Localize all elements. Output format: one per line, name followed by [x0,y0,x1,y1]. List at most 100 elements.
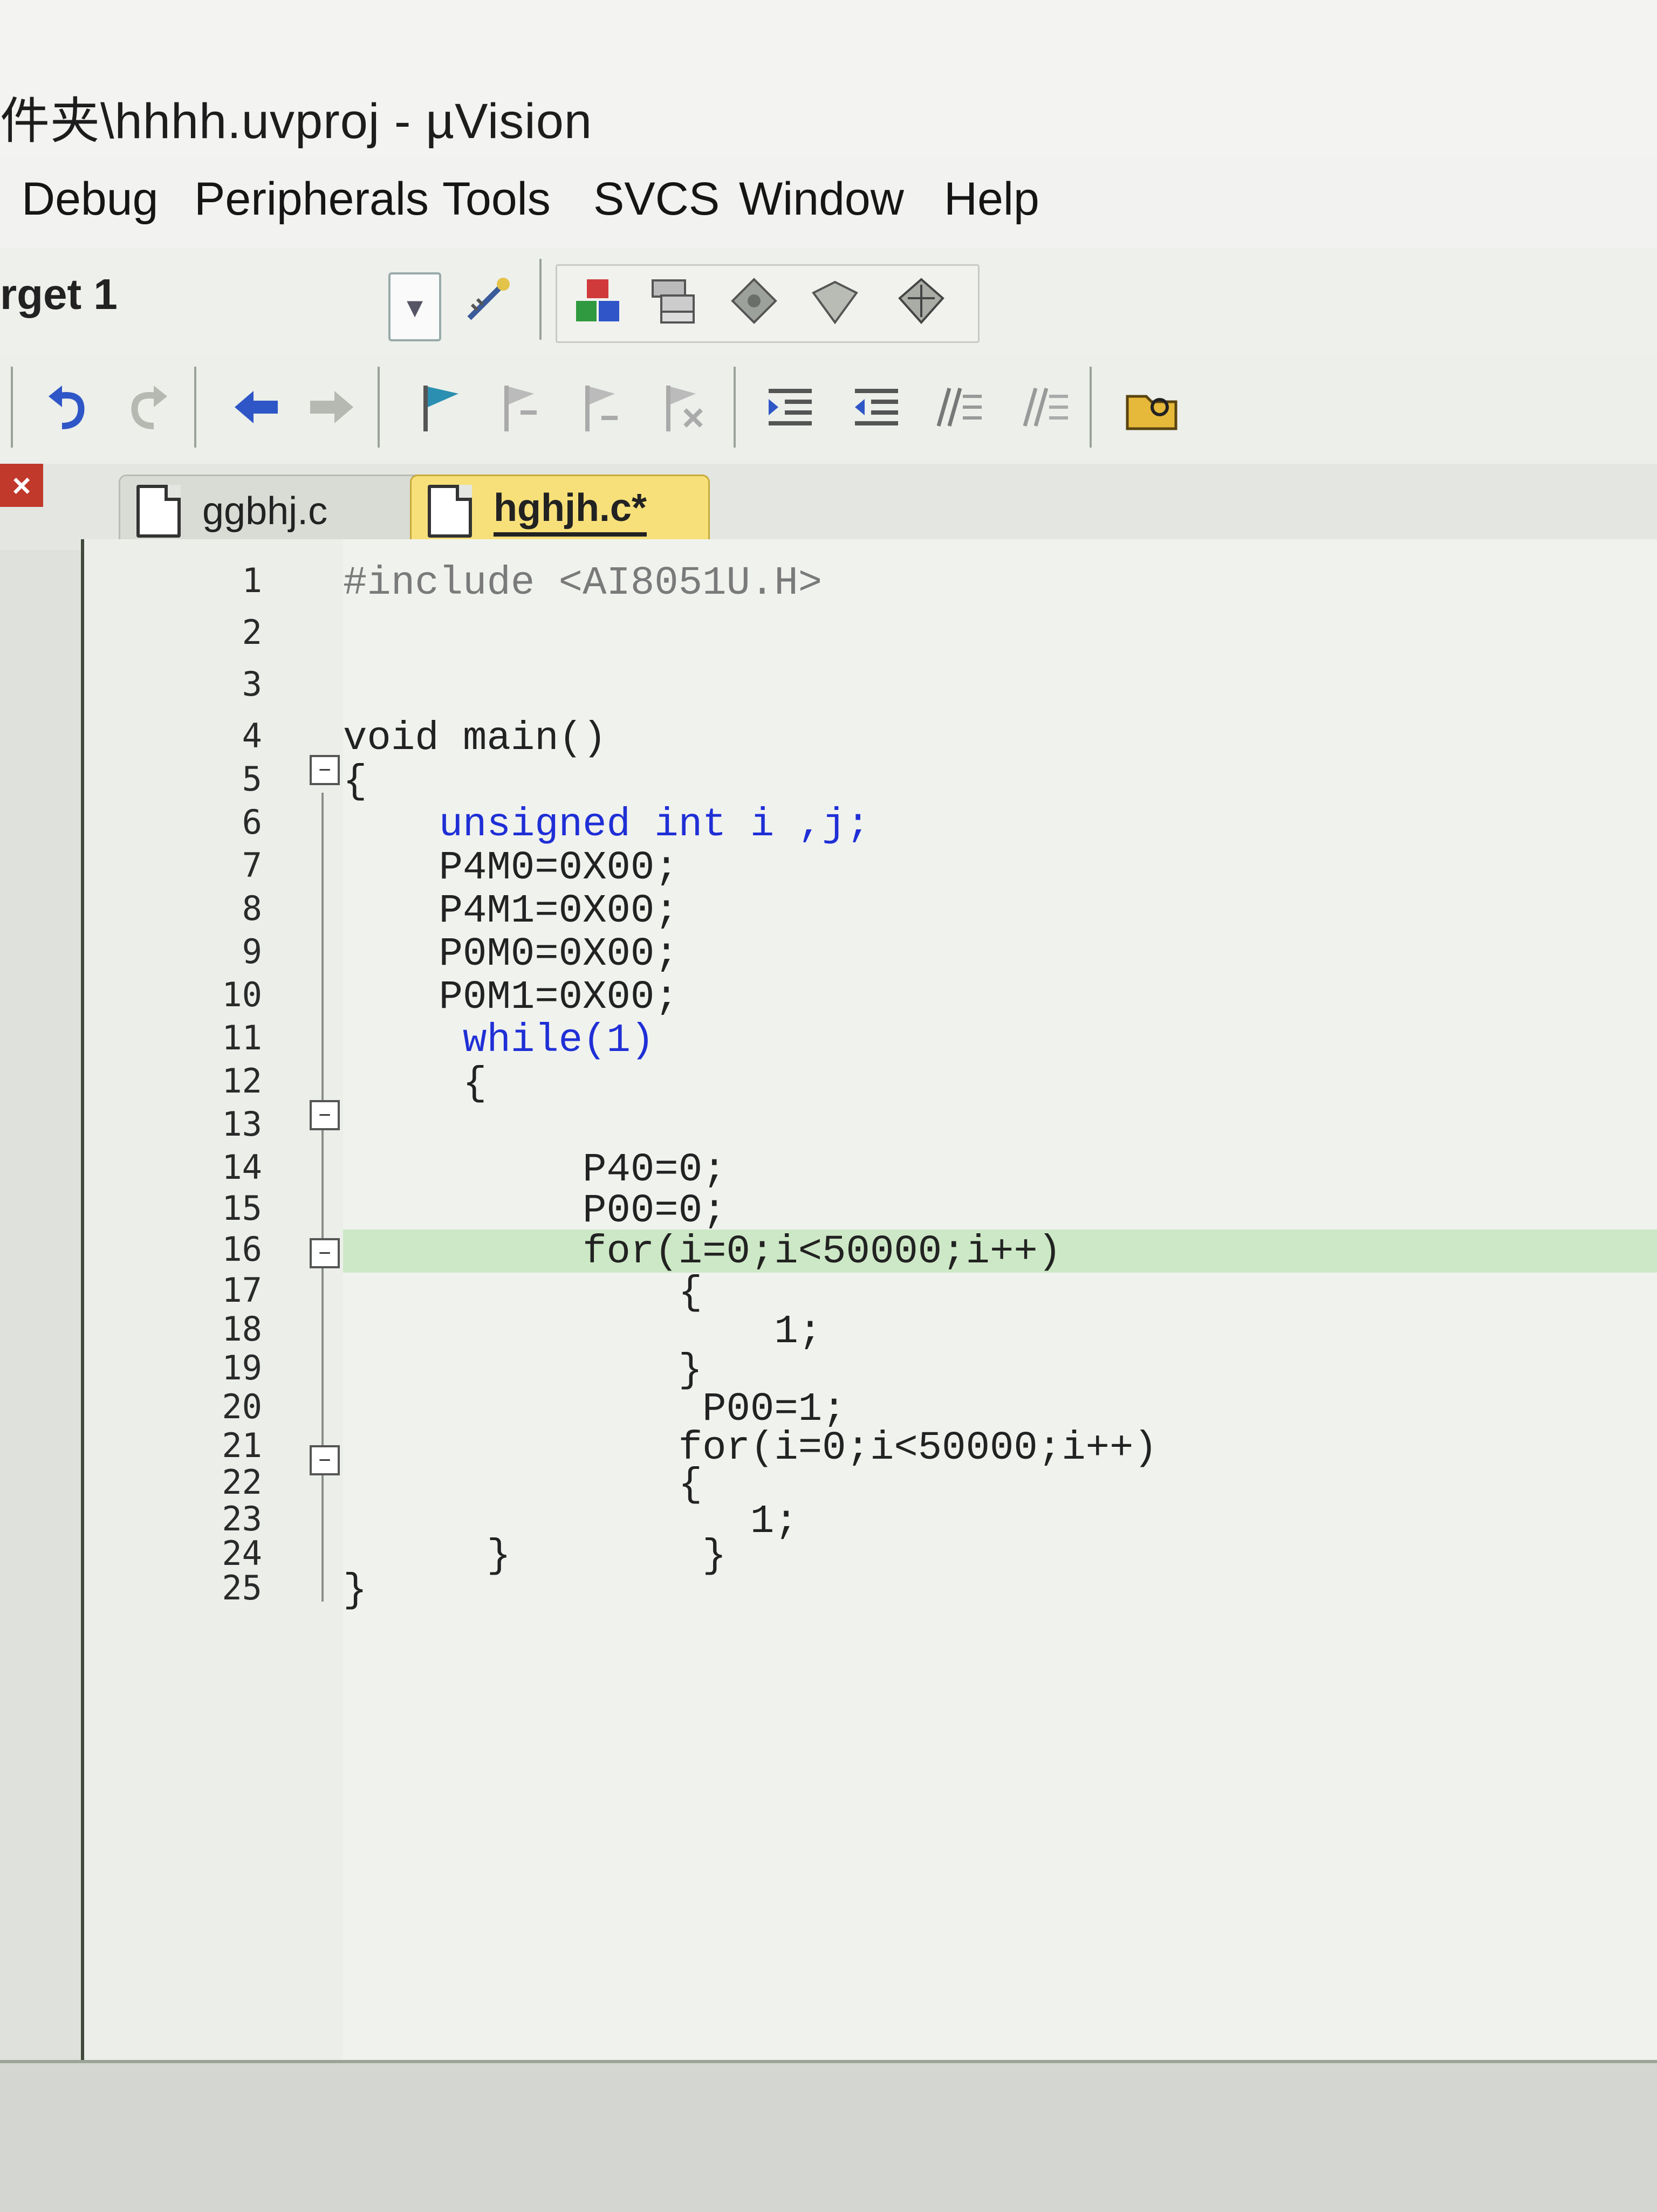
line-number: 14 [222,1148,262,1187]
code-line[interactable]: 10 P0M1=0X00; [84,975,1657,1020]
line-number: 11 [222,1018,262,1057]
menu-svcs[interactable]: SVCS [593,173,720,226]
indent-icon[interactable] [761,377,820,437]
line-number: 1 [242,561,262,600]
line-code: P4M0=0X00; [343,846,679,891]
menu-tools[interactable]: Tools [442,173,551,226]
target-dropdown[interactable]: ▾ [388,272,441,341]
line-number: 15 [222,1189,262,1228]
code-line[interactable]: 17 { [84,1270,1657,1316]
manage-runtime-icon[interactable] [805,271,865,331]
line-code: P0M0=0X00; [343,932,679,977]
toolbar-separator [194,367,196,448]
code-line[interactable]: 4 void main() [84,716,1657,761]
bookmark-icon[interactable] [410,377,469,437]
line-number: 19 [222,1348,262,1387]
bookmark-clear-icon[interactable] [653,377,712,437]
code-line[interactable]: 3 [84,664,1657,707]
code-line[interactable]: 6 unsigned int i ,j; [84,802,1657,848]
code-line[interactable]: 7 P4M0=0X00; [84,846,1657,891]
tab-label: ggbhj.c [202,490,328,533]
navigate-forward-icon[interactable] [302,377,361,437]
code-line[interactable]: 19 } [84,1348,1657,1393]
line-number: 17 [222,1270,262,1310]
line-number: 6 [242,802,262,842]
build-toolbar: rget 1 ▾ [0,248,1657,357]
build-output-pane [0,2060,1657,2212]
find-in-files-icon[interactable] [1122,377,1181,437]
line-code: P40=0; [343,1148,727,1193]
toolbar-separator [1090,367,1092,448]
line-code: for(i=0;i<50000;i++) [343,1229,1062,1275]
project-pane[interactable] [0,550,84,2060]
edit-toolbar [0,356,1657,465]
packs-group [556,264,980,343]
current-code-line[interactable]: 16 for(i=0;i<50000;i++) [84,1229,1657,1275]
code-line[interactable]: 13 [84,1104,1657,1148]
line-number: 16 [222,1229,262,1269]
line-code: while(1) [343,1018,655,1063]
code-line[interactable]: 9 P0M0=0X00; [84,932,1657,977]
close-icon[interactable]: × [0,464,43,507]
navigate-back-icon[interactable] [227,377,286,437]
code-line[interactable]: 5 { [84,759,1657,805]
code-line[interactable]: 18 1; [84,1309,1657,1355]
code-line[interactable]: 2 [84,613,1657,656]
tab-hghjh[interactable]: hghjh.c* [410,475,710,546]
line-number: 25 [222,1568,262,1608]
undo-icon[interactable] [38,377,97,437]
tab-label: hghjh.c* [494,486,647,537]
line-code: P4M1=0X00; [343,889,679,934]
menu-window[interactable]: Window [739,173,904,226]
line-number: 9 [242,932,262,971]
window-title: 件夹\hhhh.uvproj - µVision [0,94,593,149]
unindent-icon[interactable] [847,377,906,437]
chevron-down-icon: ▾ [406,288,423,325]
menu-debug[interactable]: Debug [22,173,158,226]
line-code: P0M1=0X00; [343,975,679,1020]
menu-help[interactable]: Help [944,173,1039,226]
line-number: 12 [222,1061,262,1101]
target-options-icon[interactable] [458,270,518,329]
file-icon [428,485,472,538]
line-number: 2 [242,613,262,652]
code-line[interactable]: 1 #include <AI8051U.H> [84,561,1657,606]
line-number: 5 [242,759,262,799]
bookmark-next-icon[interactable] [572,377,631,437]
pack-installer-icon[interactable] [724,271,784,331]
select-packs-icon[interactable] [643,271,703,331]
toolbar-separator [539,259,542,340]
line-number: 18 [222,1309,262,1349]
line-number: 10 [222,975,262,1014]
code-line[interactable]: 14 P40=0; [84,1148,1657,1193]
code-line[interactable]: 20 P00=1; [84,1387,1657,1432]
code-line[interactable]: 11 while(1) [84,1018,1657,1063]
line-code: { [343,1061,487,1107]
line-code: void main() [343,716,607,761]
code-line[interactable]: 15 P00=0; [84,1189,1657,1234]
uncomment-icon[interactable] [1014,377,1073,437]
code-line[interactable]: 8 P4M1=0X00; [84,889,1657,934]
line-number: 21 [222,1426,262,1465]
install-packs-icon[interactable] [892,271,951,331]
line-number: 7 [242,846,262,885]
line-code: P00=0; [343,1189,727,1234]
menu-peripherals[interactable]: Peripherals [194,173,429,226]
code-editor[interactable]: − − − − 1 #include <AI8051U.H> 2 3 4 voi… [81,539,1657,2060]
manage-components-icon[interactable] [568,271,627,331]
code-line[interactable]: 25 } [84,1568,1657,1613]
tab-ggbhj[interactable]: ggbhj.c [119,475,429,546]
title-bar: 件夹\hhhh.uvproj - µVision [0,0,1657,157]
line-number: 20 [222,1387,262,1426]
line-code: { [343,759,367,805]
target-select[interactable]: rget 1 [0,270,118,319]
bookmark-prev-icon[interactable] [491,377,550,437]
line-number: 8 [242,889,262,928]
toolbar-separator [378,367,380,448]
line-number: 13 [222,1104,262,1144]
code-line[interactable]: 12 { [84,1061,1657,1107]
toolbar-separator [11,367,13,448]
comment-icon[interactable] [928,377,987,437]
menu-bar: Debug Peripherals Tools SVCS Window Help [0,156,1657,249]
redo-icon[interactable] [119,377,178,437]
